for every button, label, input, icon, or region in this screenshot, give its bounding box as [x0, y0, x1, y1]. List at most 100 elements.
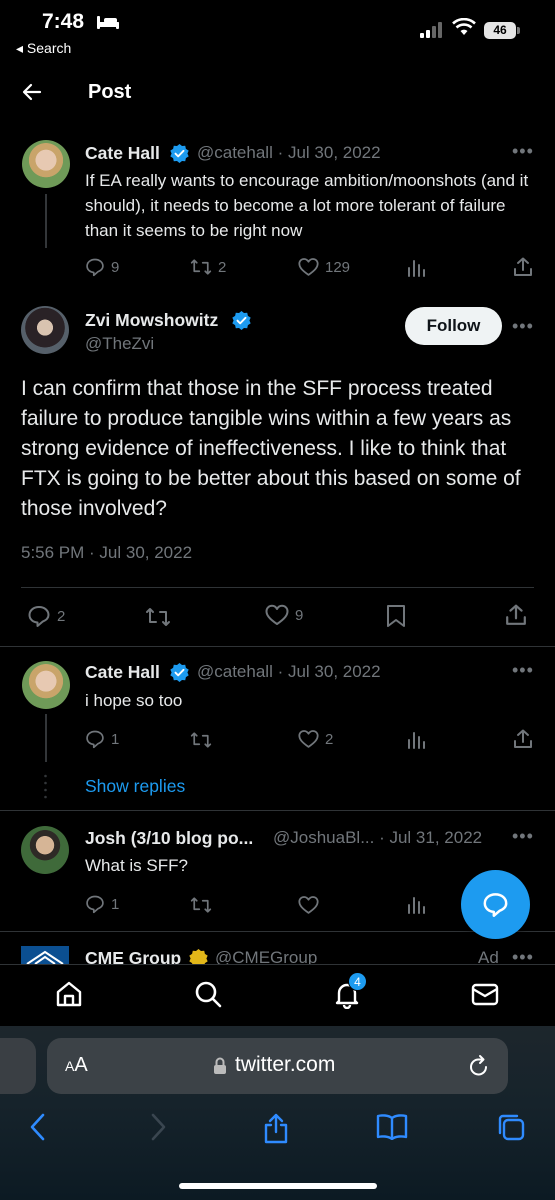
main-tweet-text: I can confirm that those in the SFF proc…: [21, 377, 521, 520]
reply-button[interactable]: 1: [85, 894, 119, 914]
views-icon[interactable]: [406, 259, 426, 277]
reader-settings-button[interactable]: AA: [65, 1054, 88, 1077]
sleep-focus-icon: [97, 16, 119, 29]
like-count: 2: [325, 730, 334, 748]
browser-back-icon[interactable]: [28, 1112, 48, 1142]
cme-group-logo: [21, 946, 69, 964]
tweet-text: i hope so too: [85, 691, 183, 710]
retweet-count: 2: [218, 258, 227, 276]
post-header: Post: [0, 66, 555, 120]
search-icon[interactable]: [193, 979, 223, 1009]
reply-icon: [86, 895, 104, 914]
verified-gold-badge-icon: [189, 948, 208, 964]
like-count: 129: [325, 258, 351, 276]
avatar-josh[interactable]: [21, 826, 69, 874]
thread-dots: [44, 774, 47, 799]
browser-forward-icon[interactable]: [148, 1112, 168, 1142]
divider: [21, 587, 534, 588]
like-button[interactable]: 9: [265, 604, 303, 626]
bookmarks-book-icon[interactable]: [376, 1112, 408, 1140]
author-name[interactable]: Zvi Mowshowitz: [85, 310, 218, 331]
divider: [0, 810, 555, 811]
heart-icon: [298, 258, 319, 276]
reply-count: 9: [111, 258, 120, 276]
like-count: 9: [295, 606, 304, 624]
author-name[interactable]: Cate Hall: [85, 662, 160, 683]
share-sheet-icon[interactable]: [262, 1112, 290, 1144]
share-icon[interactable]: [513, 729, 533, 749]
heart-icon: [265, 604, 289, 625]
reply-button[interactable]: 1: [85, 729, 119, 749]
divider: [0, 931, 555, 932]
promoted-tweet[interactable]: CME Group @CMEGroup Ad •••: [0, 940, 555, 964]
floating-message-button[interactable]: [461, 870, 530, 939]
like-button[interactable]: 2: [298, 729, 333, 749]
messages-envelope-icon[interactable]: [470, 979, 500, 1009]
address-bar[interactable]: AA twitter.com: [47, 1038, 508, 1094]
battery-cap: [517, 27, 520, 34]
home-icon[interactable]: [54, 979, 84, 1009]
avatar-cate-hall[interactable]: [22, 140, 70, 188]
bookmark-icon[interactable]: [386, 604, 406, 628]
follow-button[interactable]: Follow: [405, 307, 502, 345]
retweet-icon[interactable]: [145, 606, 171, 628]
heart-icon: [298, 730, 319, 748]
aa-small-letter: A: [65, 1058, 75, 1074]
reload-icon[interactable]: [468, 1054, 490, 1078]
reply-icon: [28, 606, 50, 627]
handle-and-date: @JoshuaBl... · Jul 31, 2022: [273, 828, 483, 847]
verified-badge-icon: [170, 662, 189, 683]
thread-line: [45, 714, 47, 762]
wifi-icon: [452, 18, 476, 35]
bottom-navigation: [0, 964, 555, 1026]
handle-and-date: @catehall · Jul 30, 2022: [197, 662, 381, 681]
tweet-timestamp[interactable]: 5:56 PM · Jul 30, 2022: [21, 543, 192, 563]
reply-icon: [86, 258, 104, 277]
author-name[interactable]: Cate Hall: [85, 143, 160, 164]
more-options-icon[interactable]: •••: [512, 316, 534, 337]
divider: [0, 646, 555, 647]
verified-badge-icon: [170, 143, 189, 164]
views-icon[interactable]: [406, 896, 426, 914]
share-icon[interactable]: [505, 604, 527, 626]
page-title: Post: [88, 81, 132, 103]
cellular-signal-icon: [420, 22, 442, 38]
author-name[interactable]: Josh (3/10 blog po...: [85, 828, 253, 849]
reply-count: 1: [111, 895, 120, 913]
like-button[interactable]: 129: [298, 257, 350, 277]
reply-button[interactable]: 9: [85, 257, 119, 277]
clock: 7:48: [42, 10, 85, 33]
safari-toolbar: AA twitter.com: [0, 1026, 555, 1200]
ad-label: Ad: [478, 948, 499, 964]
retweet-icon[interactable]: [190, 730, 212, 750]
reply-count: 1: [111, 730, 120, 748]
tweet-text: If EA really wants to encourage ambition…: [85, 171, 529, 240]
home-indicator: [179, 1183, 377, 1189]
tweet-text: What is SFF?: [85, 856, 188, 875]
share-icon[interactable]: [513, 257, 533, 277]
views-icon[interactable]: [406, 731, 426, 749]
more-options-icon[interactable]: •••: [512, 141, 534, 162]
previous-tab-peek[interactable]: [0, 1038, 36, 1094]
back-arrow-icon[interactable]: [20, 80, 44, 104]
retweet-icon[interactable]: [190, 895, 212, 915]
more-options-icon[interactable]: •••: [512, 660, 534, 681]
author-name[interactable]: CME Group: [85, 948, 181, 964]
back-to-search-link[interactable]: ◂ Search: [16, 40, 71, 57]
more-options-icon[interactable]: •••: [512, 826, 534, 847]
avatar-zvi[interactable]: [21, 306, 69, 354]
handle-and-date: @catehall · Jul 30, 2022: [197, 143, 381, 162]
author-handle: @CMEGroup: [215, 948, 318, 964]
show-replies-link[interactable]: Show replies: [85, 776, 185, 797]
heart-icon[interactable]: [298, 895, 319, 915]
retweet-button[interactable]: 2: [190, 257, 226, 277]
status-bar: 7:48 ◂ Search 46: [0, 0, 555, 62]
tabs-overview-icon[interactable]: [496, 1112, 526, 1142]
thread-line: [45, 194, 47, 248]
notifications-badge: 4: [348, 972, 367, 991]
more-options-icon[interactable]: •••: [512, 947, 534, 964]
author-handle: @TheZvi: [85, 334, 155, 353]
reply-button[interactable]: 2: [27, 604, 65, 628]
url-text: twitter.com: [235, 1053, 336, 1076]
avatar-cate-hall[interactable]: [22, 661, 70, 709]
